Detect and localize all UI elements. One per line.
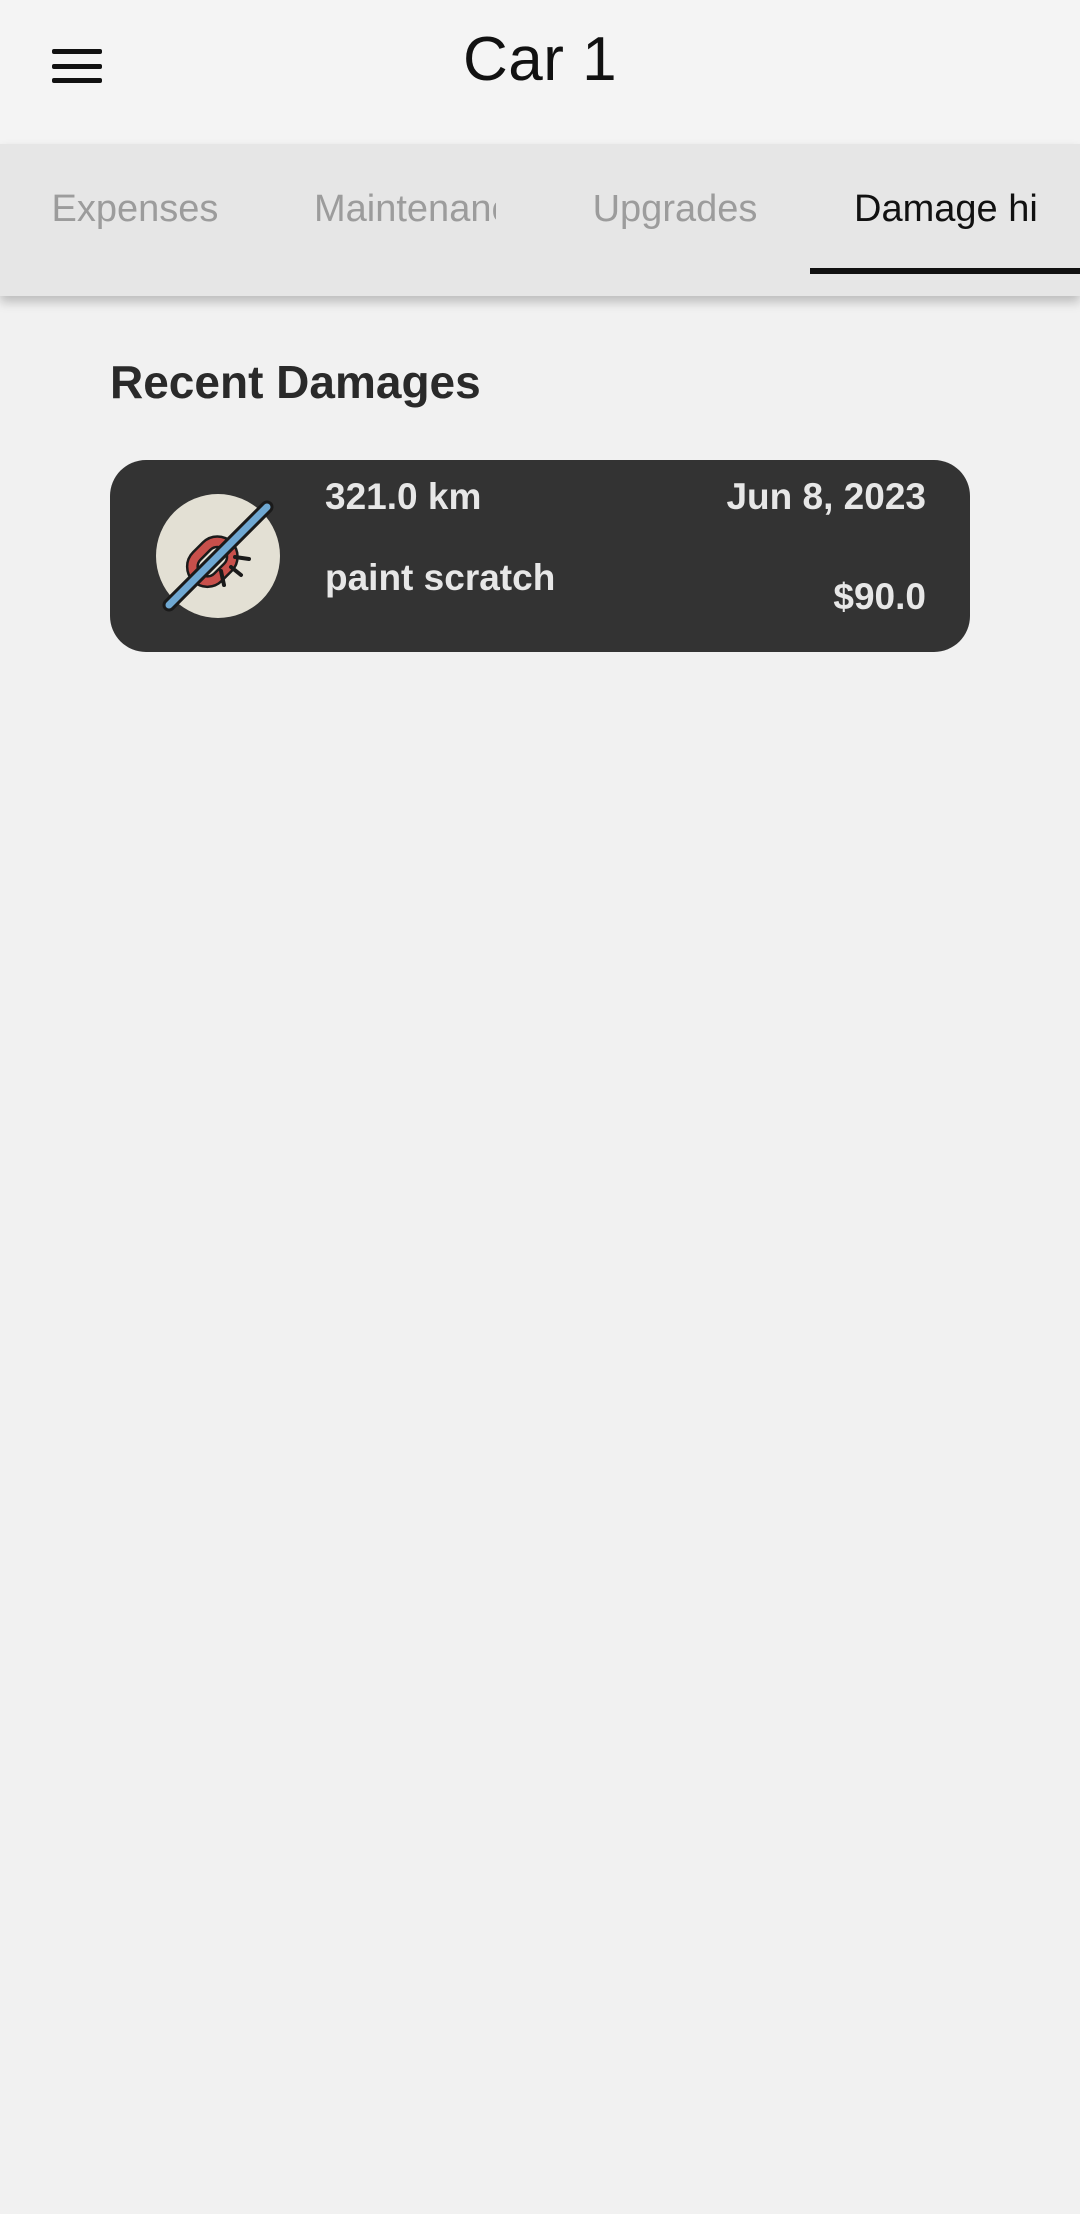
tab-label: Upgrades (592, 187, 758, 230)
tab-label: Damage history (854, 187, 1036, 230)
tab-label: Maintenance (314, 187, 496, 230)
broken-link-icon (156, 494, 280, 618)
page-title: Car 1 (462, 25, 618, 94)
tab-bar: Expenses Maintenance Upgrades Damage his… (0, 144, 1080, 296)
tab-indicator (810, 268, 1080, 274)
damage-description: paint scratch (325, 557, 556, 598)
tab-upgrades[interactable]: Upgrades (540, 144, 810, 296)
app-bar: Car 1 (0, 0, 1080, 144)
section-title: Recent Damages (110, 356, 481, 408)
damage-cost: $90.0 (833, 576, 926, 617)
tab-label: Expenses (51, 187, 219, 230)
damage-date: Jun 8, 2023 (726, 476, 926, 517)
damage-list-item[interactable]: 321.0 km Jun 8, 2023 paint scratch $90.0 (110, 460, 970, 652)
tab-maintenance[interactable]: Maintenance (270, 144, 540, 296)
damage-odometer: 321.0 km (325, 476, 482, 517)
tab-expenses[interactable]: Expenses (0, 144, 270, 296)
